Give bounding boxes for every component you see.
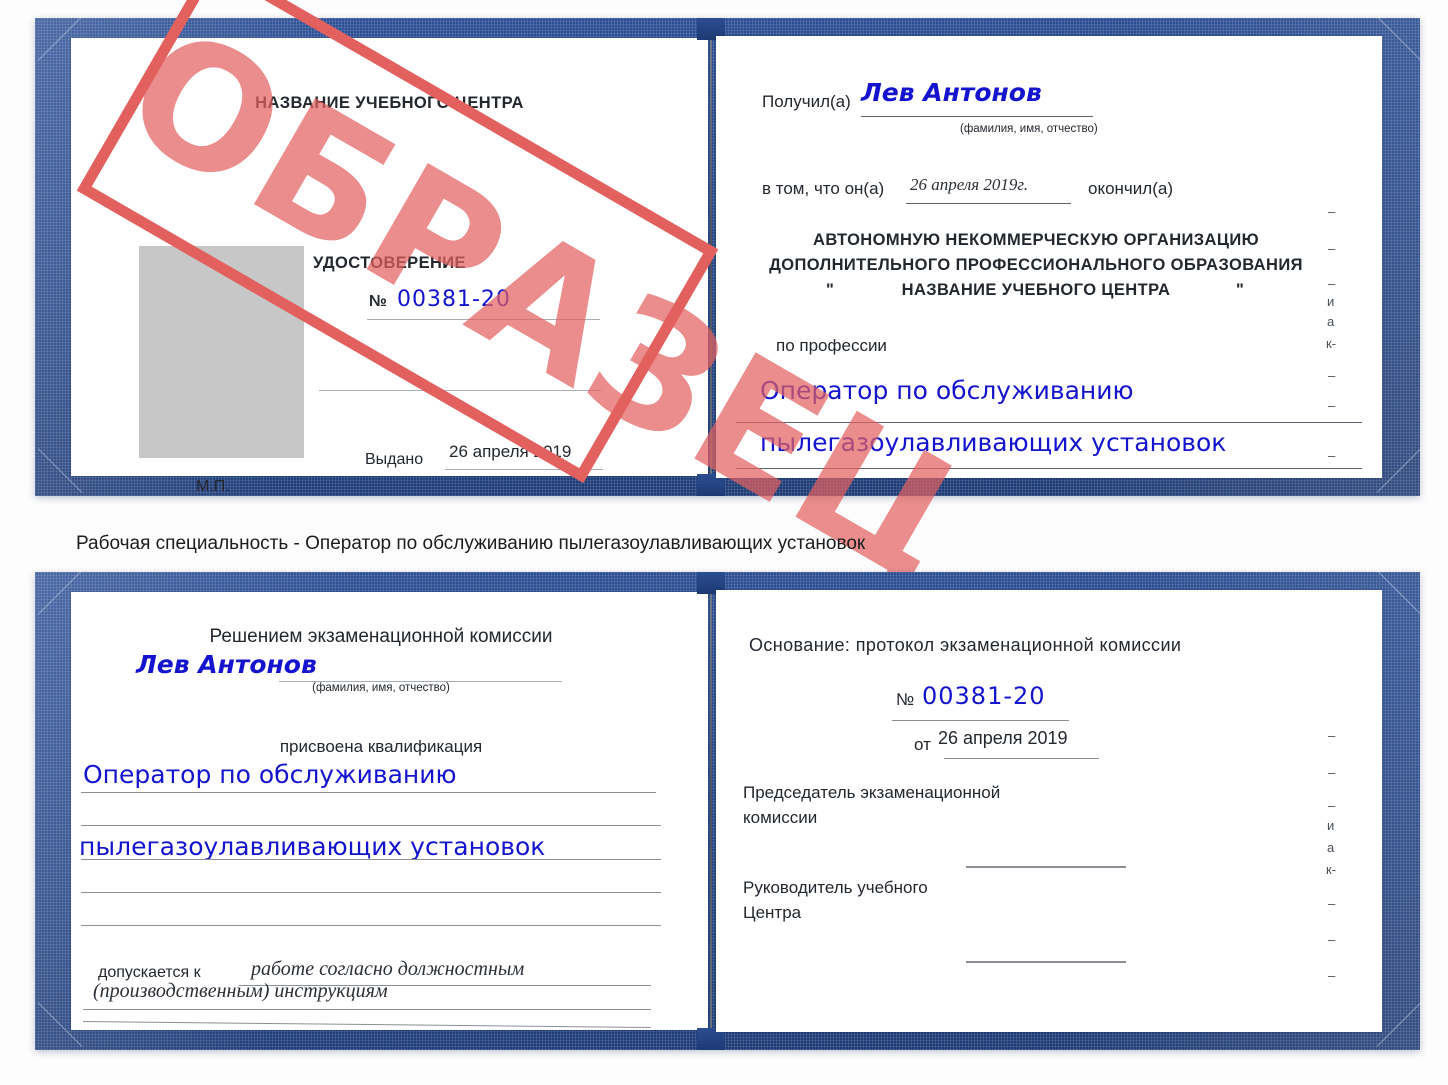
issued-rule-top-left (445, 469, 603, 470)
number-value-top-left: 00381-20 (397, 287, 511, 312)
page-bottom-right: Основание: протокол экзаменационной коми… (716, 590, 1382, 1032)
edge-mark-top-3: – (1328, 276, 1336, 291)
org-line-1: АВТОНОМНУЮ НЕКОММЕРЧЕСКУЮ ОРГАНИЗАЦИЮ (813, 231, 1259, 249)
edge-mark-bottom-8: – (1328, 932, 1336, 947)
page-top-left: НАЗВАНИЕ УЧЕБНОГО ЦЕНТРА УДОСТОВЕРЕНИЕ №… (71, 38, 708, 495)
admitted-line-2: (производственным) инструкциям (93, 980, 388, 1002)
certificate-spine-top (710, 36, 712, 478)
profession-line-2: пылегазоулавливающих установок (760, 428, 1227, 457)
qualification-rule-5 (81, 925, 661, 926)
profession-line-1: Оператор по обслуживанию (760, 376, 1134, 405)
org-quote-close: " (1236, 281, 1244, 299)
chairman-label-line-1: Председатель экзаменационной (743, 783, 1001, 802)
edge-mark-top-1: – (1328, 204, 1336, 219)
fact-label: в том, что он(а) (762, 179, 885, 198)
edge-mark-bottom-5: а (1327, 840, 1335, 855)
certificate-bottom: Решением экзаменационной комиссии Лев Ан… (35, 570, 1422, 1050)
chairman-signature-rule (966, 866, 1126, 868)
fact-date-rule (906, 203, 1071, 204)
received-label: Получил(а) (762, 92, 851, 111)
edge-mark-bottom-6: к- (1326, 862, 1337, 877)
basis-label: Основание: протокол экзаменационной коми… (749, 635, 1182, 655)
qualification-rule-3 (81, 859, 661, 860)
page-bottom-left: Решением экзаменационной комиссии Лев Ан… (71, 592, 708, 1030)
edge-mark-bottom-3: – (1328, 798, 1336, 813)
head-signature-rule (966, 961, 1126, 963)
protocol-date-label: от (914, 735, 931, 754)
training-center-name-top: НАЗВАНИЕ УЧЕБНОГО ЦЕНТРА (255, 94, 524, 112)
fio-hint-top: (фамилия, имя, отчество) (960, 123, 1098, 135)
qualification-rule-2 (81, 825, 661, 826)
received-value: Лев Антонов (861, 78, 1042, 107)
profession-rule-1 (736, 422, 1362, 423)
edge-mark-top-7: – (1328, 368, 1336, 383)
edge-mark-top-6: к- (1326, 336, 1337, 351)
admitted-line-1: работе согласно должностным (251, 958, 525, 980)
qualification-rule-4 (81, 892, 661, 893)
protocol-date-value: 26 апреля 2019 (938, 728, 1068, 748)
received-rule (861, 116, 1093, 117)
seal-label-top-left: М.П. (196, 478, 230, 495)
edge-mark-bottom-7: – (1328, 896, 1336, 911)
org-line-2: ДОПОЛНИТЕЛЬНОГО ПРОФЕССИОНАЛЬНОГО ОБРАЗО… (769, 256, 1303, 274)
edge-mark-top-8: – (1328, 398, 1336, 413)
issued-label-top-left: Выдано (365, 451, 424, 468)
issued-value-top-left: 26 апреля 2019 (449, 442, 572, 461)
fio-hint-bottom: (фамилия, имя, отчество) (312, 682, 450, 694)
photo-placeholder (139, 246, 304, 458)
admitted-rule-2 (83, 1009, 651, 1010)
profession-label: по профессии (776, 336, 887, 355)
org-line-3: НАЗВАНИЕ УЧЕБНОГО ЦЕНТРА (901, 281, 1171, 299)
qualification-label: присвоена квалификация (279, 737, 483, 756)
edge-mark-bottom-1: – (1328, 728, 1336, 743)
edge-mark-top-9: – (1328, 448, 1336, 463)
edge-mark-top-4: и (1327, 294, 1335, 309)
qualification-line-1: Оператор по обслуживанию (83, 760, 457, 789)
profession-rule-2 (736, 468, 1362, 469)
admitted-rule-3 (83, 1021, 651, 1028)
number-label-top-left: № (369, 293, 387, 310)
protocol-number-value: 00381-20 (922, 682, 1046, 710)
student-name-bottom: Лев Антонов (136, 650, 317, 679)
certificate-spine-bottom (710, 590, 712, 1032)
fact-date: 26 апреля 2019г. (910, 175, 1029, 194)
caption-text: Рабочая специальность - Оператор по обсл… (76, 533, 866, 554)
blank-rule-top-left (319, 390, 601, 391)
chairman-label-line-2: комиссии (743, 808, 818, 827)
edge-mark-bottom-2: – (1328, 765, 1336, 780)
edge-mark-top-5: а (1327, 314, 1335, 329)
protocol-number-label: № (896, 690, 915, 709)
qualification-line-2: пылегазоулавливающих установок (79, 832, 546, 861)
head-label-line-1: Руководитель учебного (743, 878, 928, 897)
protocol-date-rule (944, 758, 1099, 759)
edge-mark-bottom-4: и (1327, 818, 1335, 833)
protocol-number-rule (892, 720, 1069, 721)
edge-mark-bottom-9: – (1328, 968, 1336, 983)
edge-mark-top-2: – (1328, 241, 1336, 256)
page-top-right: Получил(а) Лев Антонов (фамилия, имя, от… (716, 36, 1382, 478)
number-rule-top-left (367, 319, 600, 320)
commission-decision-heading: Решением экзаменационной комиссии (209, 626, 553, 647)
fact-suffix: окончил(а) (1088, 179, 1173, 198)
qualification-rule-1 (81, 792, 656, 793)
certificate-top: НАЗВАНИЕ УЧЕБНОГО ЦЕНТРА УДОСТОВЕРЕНИЕ №… (35, 16, 1422, 496)
head-label-line-2: Центра (743, 903, 802, 922)
